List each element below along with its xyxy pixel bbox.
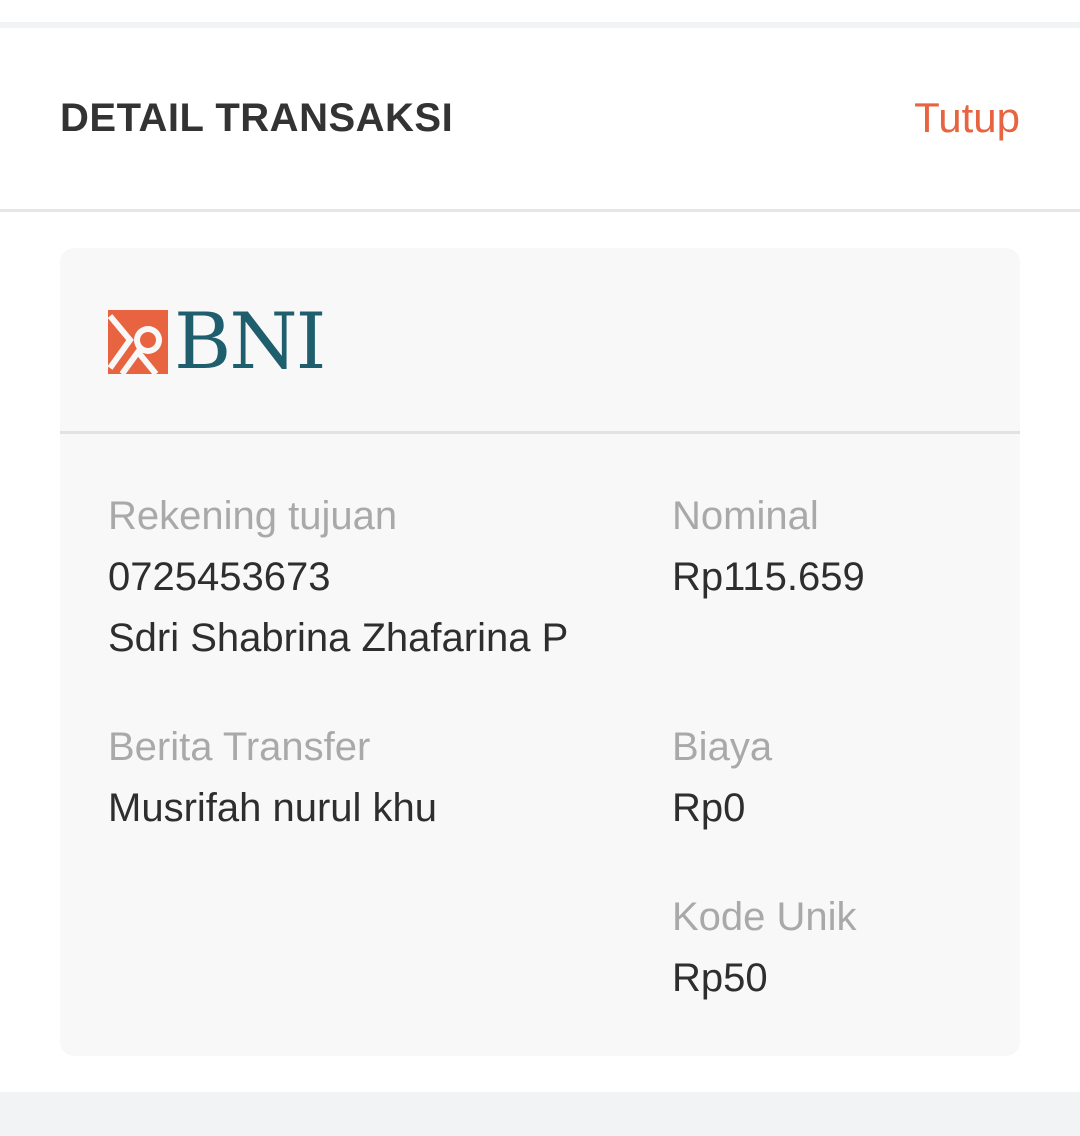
nominal-label: Nominal xyxy=(672,494,819,538)
transaction-card: BNI Rekening tujuan 0725453673 Sdri Shab… xyxy=(60,248,1020,1056)
page-title: DETAIL TRANSAKSI xyxy=(60,96,454,140)
fee-label: Biaya xyxy=(672,725,773,769)
bottom-strip xyxy=(0,1092,1080,1136)
transfer-note-label: Berita Transfer xyxy=(108,725,371,769)
bank-logo-row: BNI xyxy=(60,248,1020,434)
top-strip xyxy=(0,0,1080,28)
bni-emblem-icon xyxy=(108,310,168,374)
destination-account-label: Rekening tujuan xyxy=(108,494,398,538)
transfer-note-value: Musrifah nurul khu xyxy=(108,786,438,830)
unique-code-label: Kode Unik xyxy=(672,895,857,939)
close-button[interactable]: Tutup xyxy=(914,94,1020,142)
unique-code-value: Rp50 xyxy=(672,956,768,1000)
bank-logo: BNI xyxy=(108,297,326,387)
fee-value: Rp0 xyxy=(672,786,746,830)
destination-account-number: 0725453673 xyxy=(108,555,331,599)
destination-account-name: Sdri Shabrina Zhafarina P xyxy=(108,616,569,660)
dialog-header: DETAIL TRANSAKSI Tutup xyxy=(0,28,1080,212)
bank-logo-text: BNI xyxy=(174,297,326,387)
nominal-value: Rp115.659 xyxy=(672,555,865,599)
